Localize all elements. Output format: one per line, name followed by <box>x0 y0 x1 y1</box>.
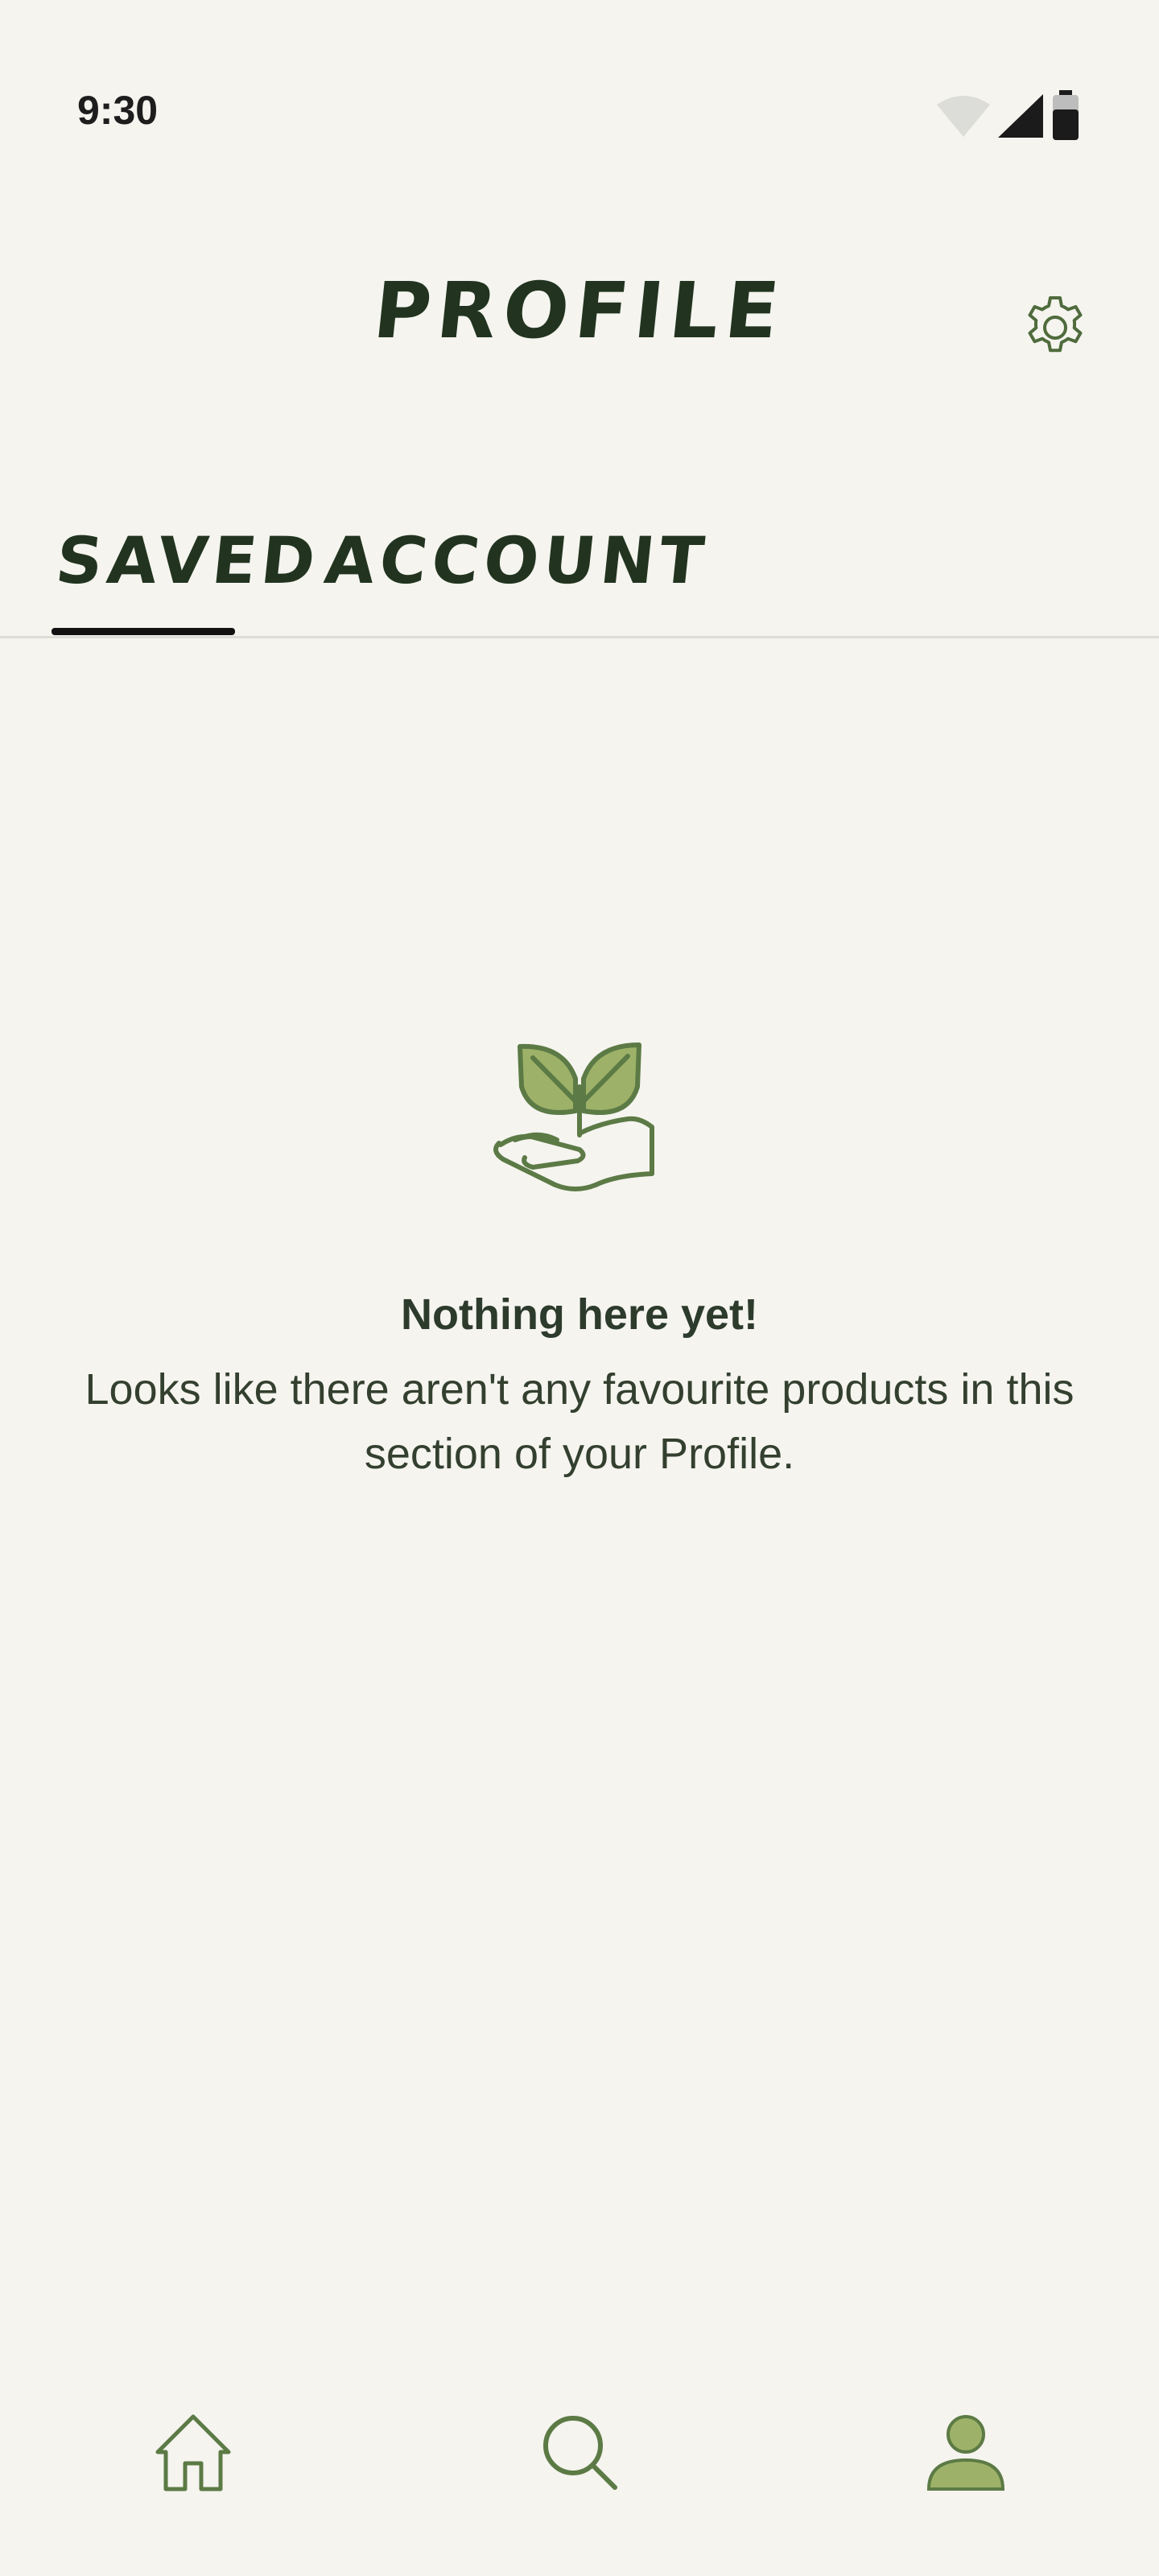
gear-icon <box>1021 296 1090 365</box>
wifi-icon <box>935 93 992 138</box>
profile-icon <box>924 2410 1008 2497</box>
nav-home-button[interactable] <box>145 2405 241 2502</box>
bottom-nav <box>0 2367 1159 2576</box>
home-icon <box>151 2410 235 2497</box>
status-icons <box>935 90 1082 142</box>
empty-state-description: Looks like there aren't any favourite pr… <box>85 1365 1074 1478</box>
page-title: PROFILE <box>369 266 790 356</box>
active-tab-indicator <box>52 628 235 635</box>
tab-account[interactable]: ACCOUNT <box>321 523 712 598</box>
empty-state: Nothing here yet! Looks like there aren'… <box>0 998 1159 1486</box>
plant-in-hand-icon <box>0 998 1159 1224</box>
nav-search-button[interactable] <box>531 2405 628 2502</box>
battery-icon <box>1050 90 1082 142</box>
status-time: 9:30 <box>77 88 159 133</box>
signal-icon <box>996 93 1045 139</box>
nav-profile-button[interactable] <box>918 2405 1014 2502</box>
tab-bar: SAVED ACCOUNT <box>0 499 1159 638</box>
header: PROFILE <box>0 233 1159 419</box>
status-bar: 9:30 <box>0 0 1159 233</box>
search-icon <box>538 2410 621 2497</box>
tab-saved[interactable]: SAVED <box>52 523 324 598</box>
empty-state-title: Nothing here yet! <box>400 1290 759 1339</box>
settings-button[interactable] <box>1021 293 1090 362</box>
